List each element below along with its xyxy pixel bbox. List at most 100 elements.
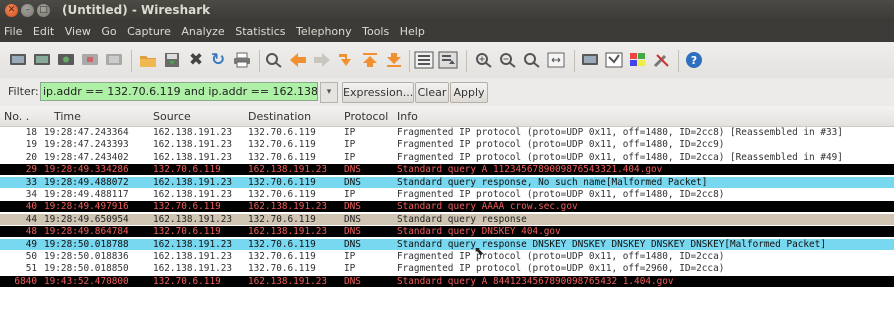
help-icon[interactable]: ? xyxy=(684,50,704,70)
column-header-source[interactable]: Source xyxy=(153,110,191,123)
packet-destination: 132.70.6.119 xyxy=(248,263,316,275)
display-filters-icon[interactable] xyxy=(604,50,624,70)
go-last-icon[interactable] xyxy=(384,50,404,70)
menu-edit[interactable]: Edit xyxy=(29,22,57,38)
packet-info: Standard query AAAA crow.sec.gov xyxy=(397,201,578,213)
packet-source: 162.138.191.23 xyxy=(153,213,233,225)
menu-capture[interactable]: Capture xyxy=(123,22,174,38)
title-bar: ✕ – □ (Untitled) - Wireshark xyxy=(0,0,894,22)
autoscroll-icon[interactable] xyxy=(438,50,458,70)
packet-row[interactable]: 49 19:28:50.018788 162.138.191.23 132.70.6.… xyxy=(0,238,894,250)
column-header-time[interactable]: Time xyxy=(54,110,81,123)
packet-time: 19:28:49.650954 xyxy=(44,213,129,225)
packet-info: Fragmented IP protocol (proto=UDP 0x11, … xyxy=(397,251,725,262)
menu-help[interactable]: Help xyxy=(396,22,428,38)
menu-tools[interactable]: Tools xyxy=(358,22,392,38)
packet-row[interactable]: 19 19:28:47.243393 162.138.191.23 132.70.6.… xyxy=(0,139,894,151)
packet-destination: 132.70.6.119 xyxy=(248,176,316,188)
display-filter-input[interactable]: ip.addr == 132.70.6.119 and ip.addr == 1… xyxy=(40,82,318,101)
resize-columns-icon[interactable] xyxy=(546,50,566,70)
packet-number: 29 xyxy=(25,164,37,176)
clear-button[interactable]: Clear xyxy=(415,82,449,103)
packet-protocol: DNS xyxy=(344,164,361,176)
zoom-in-icon[interactable] xyxy=(474,50,494,70)
go-back-icon[interactable] xyxy=(288,50,308,70)
preferences-icon[interactable] xyxy=(652,50,672,70)
restart-capture-icon[interactable] xyxy=(104,50,124,70)
packet-row[interactable]: 40 19:28:49.497916 132.70.6.119 162.138.191… xyxy=(0,201,894,213)
print-icon[interactable] xyxy=(232,50,252,70)
packet-row[interactable]: 50 19:28:50.018836 162.138.191.23 132.70.6.… xyxy=(0,251,894,262)
interface-list-icon[interactable] xyxy=(8,50,28,70)
packet-list: No. . Time Source Destination Protocol I… xyxy=(0,107,894,309)
packet-row[interactable]: 44 19:28:49.650954 162.138.191.23 132.70.6.… xyxy=(0,213,894,225)
coloring-rules-icon[interactable] xyxy=(628,50,648,70)
zoom-out-icon[interactable] xyxy=(498,50,518,70)
packet-row[interactable]: 29 19:28:49.334286 132.70.6.119 162.138.191… xyxy=(0,164,894,176)
packet-number: 18 xyxy=(25,127,37,138)
packet-protocol: IP xyxy=(344,189,356,200)
open-file-icon[interactable] xyxy=(138,50,158,70)
zoom-normal-icon[interactable] xyxy=(522,50,542,70)
menu-analyze[interactable]: Analyze xyxy=(177,22,227,38)
menu-file[interactable]: File xyxy=(0,22,25,38)
packet-time: 19:28:47.243364 xyxy=(44,127,129,138)
go-forward-icon[interactable] xyxy=(312,50,332,70)
stop-capture-icon[interactable] xyxy=(80,50,100,70)
save-file-icon[interactable] xyxy=(162,50,182,70)
packet-time: 19:28:49.497916 xyxy=(44,201,129,213)
start-capture-icon[interactable] xyxy=(56,50,76,70)
packet-number: 49 xyxy=(25,238,37,250)
window-minimize-button[interactable]: – xyxy=(21,4,34,17)
packet-row[interactable]: 33 19:28:49.488072 162.138.191.23 132.70.6.… xyxy=(0,176,894,188)
capture-filters-icon[interactable] xyxy=(580,50,600,70)
packet-row[interactable]: 51 19:28:50.018850 162.138.191.23 132.70.6.… xyxy=(0,263,894,275)
packet-row[interactable]: 34 19:28:49.488117 162.138.191.23 132.70.6.… xyxy=(0,189,894,200)
reload-icon[interactable]: ↻ xyxy=(208,50,228,70)
menu-statistics[interactable]: Statistics xyxy=(231,22,288,38)
menu-telephony[interactable]: Telephony xyxy=(292,22,355,38)
go-first-icon[interactable] xyxy=(360,50,380,70)
toolbar-separator xyxy=(409,50,410,72)
svg-text:?: ? xyxy=(691,54,697,67)
packet-protocol: IP xyxy=(344,127,356,138)
toolbar-separator xyxy=(259,50,260,72)
capture-options-icon[interactable] xyxy=(32,50,52,70)
column-header-protocol[interactable]: Protocol xyxy=(344,110,388,123)
colorize-icon[interactable] xyxy=(414,50,434,70)
window-close-button[interactable]: ✕ xyxy=(5,4,18,17)
packet-row[interactable]: 20 19:28:47.243402 162.138.191.23 132.70.6.… xyxy=(0,151,894,163)
packet-protocol: DNS xyxy=(344,201,361,213)
packet-source: 132.70.6.119 xyxy=(153,201,221,213)
packet-destination: 162.138.191.23 xyxy=(248,226,328,238)
packet-time: 19:28:50.018788 xyxy=(44,238,129,250)
expression-button[interactable]: Expression... xyxy=(342,82,414,103)
apply-button[interactable]: Apply xyxy=(450,82,488,103)
menu-view[interactable]: View xyxy=(61,22,94,38)
packet-row[interactable]: 48 19:28:49.864784 132.70.6.119 162.138.191… xyxy=(0,226,894,238)
packet-destination: 162.138.191.23 xyxy=(248,201,328,213)
packet-source: 162.138.191.23 xyxy=(153,238,233,250)
packet-time: 19:28:49.864784 xyxy=(44,226,129,238)
packet-time: 19:28:47.243393 xyxy=(44,139,129,151)
window-maximize-button[interactable]: □ xyxy=(37,4,50,17)
packet-source: 162.138.191.23 xyxy=(153,189,233,200)
packet-destination: 132.70.6.119 xyxy=(248,189,316,200)
filter-history-dropdown[interactable]: ▾ xyxy=(320,82,338,103)
packet-protocol: DNS xyxy=(344,226,361,238)
column-header-no[interactable]: No. . xyxy=(4,110,29,123)
packet-time: 19:43:52.470800 xyxy=(44,275,129,287)
menu-go[interactable]: Go xyxy=(97,22,119,38)
packet-info: Fragmented IP protocol (proto=UDP 0x11, … xyxy=(397,139,725,151)
toolbar-separator xyxy=(678,50,679,72)
column-header-destination[interactable]: Destination xyxy=(248,110,311,123)
packet-info: Fragmented IP protocol (proto=UDP 0x11, … xyxy=(397,151,843,163)
packet-row[interactable]: 18 19:28:47.243364 162.138.191.23 132.70.6.… xyxy=(0,127,894,138)
go-to-packet-icon[interactable] xyxy=(336,50,356,70)
toolbar-separator xyxy=(466,50,467,72)
close-file-icon[interactable]: ✖ xyxy=(186,50,206,70)
packet-info: Standard query DNSKEY 404.gov xyxy=(397,226,561,238)
find-packet-icon[interactable] xyxy=(264,50,284,70)
column-header-info[interactable]: Info xyxy=(397,110,418,123)
packet-row[interactable]: 6840 19:43:52.470800 132.70.6.119 162.138.1… xyxy=(0,275,894,287)
